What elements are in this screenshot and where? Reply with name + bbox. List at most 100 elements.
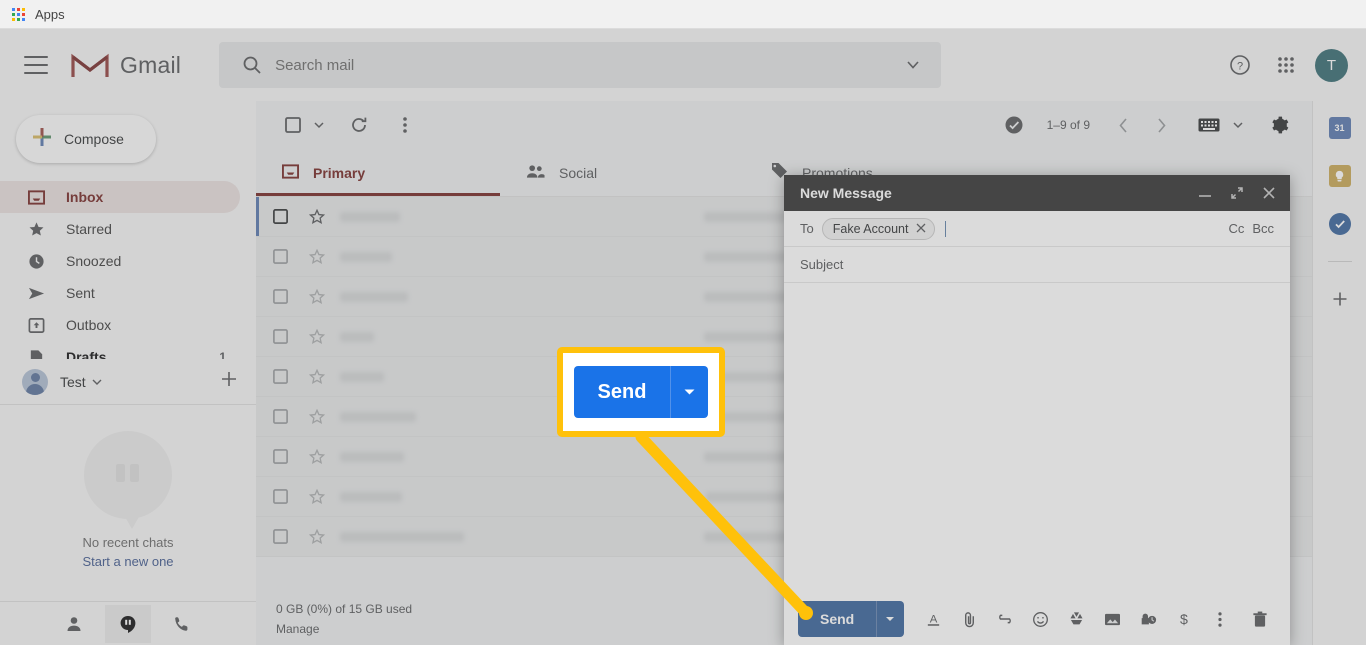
send-button[interactable]: Send bbox=[798, 601, 904, 637]
apps-grid-icon[interactable] bbox=[1269, 48, 1303, 82]
sidebar-item-sent[interactable]: Sent bbox=[0, 277, 240, 309]
row-sender bbox=[340, 371, 384, 382]
subject-field[interactable]: Subject bbox=[784, 247, 1290, 283]
manage-storage-link[interactable]: Manage bbox=[276, 619, 412, 639]
search-input[interactable] bbox=[275, 56, 896, 74]
callout-send-button[interactable]: Send bbox=[573, 366, 709, 418]
text-cursor bbox=[945, 220, 947, 237]
row-checkbox[interactable] bbox=[260, 529, 300, 544]
right-side-panel: 31 bbox=[1312, 101, 1366, 645]
confidential-mode-icon[interactable] bbox=[1132, 603, 1164, 635]
minimize-icon[interactable] bbox=[1196, 184, 1214, 202]
chevron-down-icon[interactable] bbox=[92, 373, 102, 391]
row-star-icon[interactable] bbox=[300, 448, 334, 465]
select-all-checkbox[interactable] bbox=[276, 108, 310, 142]
to-field[interactable]: To Fake Account Cc Bcc bbox=[784, 211, 1290, 247]
svg-text:$: $ bbox=[1180, 612, 1188, 628]
row-checkbox[interactable] bbox=[260, 249, 300, 264]
hangouts-chat-icon[interactable] bbox=[105, 604, 151, 643]
cc-link[interactable]: Cc bbox=[1228, 221, 1244, 236]
row-sender bbox=[340, 531, 464, 542]
row-checkbox[interactable] bbox=[260, 449, 300, 464]
row-checkbox[interactable] bbox=[260, 489, 300, 504]
row-star-icon[interactable] bbox=[300, 288, 334, 305]
row-star-icon[interactable] bbox=[300, 248, 334, 265]
google-drive-icon[interactable] bbox=[1061, 603, 1093, 635]
grid-icon bbox=[12, 7, 25, 21]
format-text-icon[interactable]: A bbox=[918, 603, 950, 635]
row-star-icon[interactable] bbox=[300, 488, 334, 505]
sidebar-item-outbox[interactable]: Outbox bbox=[0, 309, 240, 341]
recipient-chip-label: Fake Account bbox=[832, 221, 909, 236]
row-sender bbox=[340, 331, 374, 342]
keyboard-icon[interactable] bbox=[1192, 108, 1226, 142]
compose-window-actions bbox=[1196, 184, 1278, 202]
tab-social[interactable]: Social bbox=[500, 149, 744, 196]
chevron-left-icon[interactable] bbox=[1106, 108, 1140, 142]
keyboard-caret-icon[interactable] bbox=[1230, 108, 1246, 142]
insert-link-icon[interactable] bbox=[989, 603, 1021, 635]
row-checkbox[interactable] bbox=[260, 329, 300, 344]
refresh-icon[interactable] bbox=[342, 108, 376, 142]
help-icon[interactable]: ? bbox=[1223, 48, 1257, 82]
bcc-link[interactable]: Bcc bbox=[1252, 221, 1274, 236]
contacts-icon[interactable] bbox=[51, 605, 97, 643]
avatar[interactable]: T bbox=[1315, 48, 1348, 82]
emoji-icon[interactable] bbox=[1025, 603, 1057, 635]
pager-count: 1–9 of 9 bbox=[1046, 118, 1090, 132]
more-vert-icon[interactable] bbox=[388, 108, 422, 142]
compose-button[interactable]: Compose bbox=[16, 115, 156, 163]
attach-file-icon[interactable] bbox=[953, 603, 985, 635]
message-body[interactable] bbox=[784, 283, 1290, 593]
mark-read-icon[interactable] bbox=[997, 108, 1031, 142]
send-options-caret-icon[interactable] bbox=[876, 601, 904, 637]
insert-photo-icon[interactable] bbox=[1097, 603, 1129, 635]
search-bar[interactable] bbox=[219, 42, 942, 88]
sidebar-item-starred[interactable]: Starred bbox=[0, 213, 240, 245]
row-star-icon[interactable] bbox=[300, 408, 334, 425]
row-checkbox[interactable] bbox=[260, 369, 300, 384]
compose-header: New Message bbox=[784, 175, 1290, 211]
chevron-right-icon[interactable] bbox=[1144, 108, 1178, 142]
insert-money-icon[interactable]: $ bbox=[1168, 603, 1200, 635]
chat-empty-state: No recent chats Start a new one bbox=[0, 431, 256, 569]
gear-icon[interactable] bbox=[1262, 108, 1296, 142]
sidebar-item-label: Outbox bbox=[66, 317, 112, 333]
trash-icon[interactable] bbox=[1244, 603, 1276, 635]
row-sender bbox=[340, 291, 408, 302]
chevron-down-icon[interactable] bbox=[895, 56, 931, 74]
row-star-icon[interactable] bbox=[300, 328, 334, 345]
select-all-caret-icon[interactable] bbox=[310, 108, 328, 142]
row-star-icon[interactable] bbox=[300, 528, 334, 545]
account-switcher[interactable]: Test bbox=[0, 359, 256, 405]
tasks-icon[interactable] bbox=[1328, 213, 1351, 235]
apps-bookmark-label[interactable]: Apps bbox=[35, 7, 65, 22]
hamburger-icon[interactable] bbox=[24, 56, 48, 74]
row-star-icon[interactable] bbox=[300, 208, 334, 225]
keep-icon[interactable] bbox=[1328, 165, 1351, 187]
header-actions: ? T bbox=[1223, 48, 1366, 82]
start-new-chat-link[interactable]: Start a new one bbox=[0, 554, 256, 569]
tab-primary[interactable]: Primary bbox=[256, 149, 500, 196]
recipient-chip[interactable]: Fake Account bbox=[821, 217, 936, 240]
gmail-logo[interactable]: Gmail bbox=[70, 50, 181, 80]
row-sender bbox=[340, 251, 392, 262]
more-vert-icon[interactable] bbox=[1204, 603, 1236, 635]
close-icon[interactable] bbox=[1260, 184, 1278, 202]
sidebar-item-snoozed[interactable]: Snoozed bbox=[0, 245, 240, 277]
row-checkbox[interactable] bbox=[260, 209, 300, 224]
svg-text:?: ? bbox=[1237, 61, 1243, 73]
gmail-m-icon bbox=[70, 50, 110, 80]
plus-icon[interactable] bbox=[1329, 288, 1351, 310]
row-checkbox[interactable] bbox=[260, 289, 300, 304]
expand-icon[interactable] bbox=[1228, 184, 1246, 202]
sidebar-item-inbox[interactable]: Inbox bbox=[0, 181, 240, 213]
account-avatar-icon bbox=[22, 368, 48, 395]
row-checkbox[interactable] bbox=[260, 409, 300, 424]
phone-icon[interactable] bbox=[159, 605, 205, 643]
calendar-icon[interactable]: 31 bbox=[1328, 117, 1351, 139]
add-contact-icon[interactable] bbox=[220, 370, 238, 393]
row-star-icon[interactable] bbox=[300, 368, 334, 385]
close-icon[interactable] bbox=[916, 222, 926, 236]
callout-send-caret-icon[interactable] bbox=[670, 366, 709, 418]
